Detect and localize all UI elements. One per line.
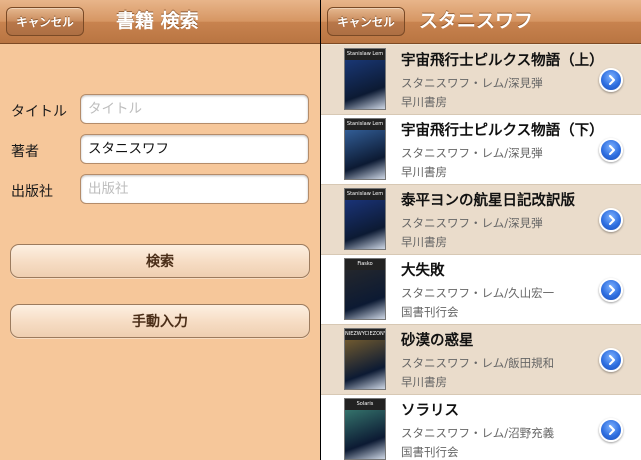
book-publisher: 早川書房 — [401, 375, 447, 389]
publisher-field-row: 出版社 出版社 — [0, 174, 320, 206]
book-author: スタニスワフ・レム/深見弾 — [401, 216, 543, 230]
book-author: スタニスワフ・レム/久山宏一 — [401, 286, 555, 300]
publisher-input-placeholder: 出版社 — [88, 181, 129, 197]
publisher-field-label: 出版社 — [11, 184, 53, 200]
book-cover-image: Stanislaw Lem — [344, 118, 386, 180]
book-cover-image: Fiasko — [344, 258, 386, 320]
cover-label: Solaris — [345, 399, 385, 410]
list-item[interactable]: Stanislaw Lem 泰平ヨンの航星日記改訳版 スタニスワフ・レム/深見弾 早川… — [321, 185, 641, 255]
page-title: 書籍 検索 — [116, 10, 199, 32]
book-publisher: 早川書房 — [401, 165, 447, 179]
cover-label: NIEZWYCIEZONY — [345, 329, 385, 340]
list-item[interactable]: Fiasko 大失敗スタニスワフ・レム/久山宏一 国書刊行会 — [321, 255, 641, 325]
results-title: スタニスワフ — [419, 10, 534, 32]
author-input[interactable]: スタニスワフ — [80, 134, 309, 164]
search-navbar: キャンセル 書籍 検索 — [0, 0, 320, 44]
title-field-label: タイトル — [11, 104, 67, 120]
book-cover-image: NIEZWYCIEZONY — [344, 328, 386, 390]
title-input[interactable]: タイトル — [80, 94, 309, 124]
book-publisher: 国書刊行会 — [401, 445, 459, 459]
book-title: 宇宙飛行士ピルクス物語（下） — [401, 123, 604, 139]
cover-label: Stanislaw Lem — [345, 119, 385, 130]
book-title: ソラリス — [401, 403, 459, 419]
book-title: 砂漠の惑星 — [401, 333, 474, 349]
search-form-pane: キャンセル 書籍 検索 タイトル タイトル 著者 スタニスワフ 出版社 出版社 … — [0, 0, 320, 460]
cover-label: Stanislaw Lem — [345, 189, 385, 200]
cover-label: Fiasko — [345, 259, 385, 270]
search-button[interactable]: 検索 — [10, 244, 310, 278]
book-title: 宇宙飛行士ピルクス物語（上） — [401, 53, 604, 69]
manual-entry-button[interactable]: 手動入力 — [10, 304, 310, 338]
list-item[interactable]: Stanislaw Lem 宇宙飛行士ピルクス物語（上） スタニスワフ・レム/深見弾… — [321, 45, 641, 115]
disclosure-arrow-icon[interactable] — [599, 348, 623, 372]
author-field-label: 著者 — [11, 144, 39, 160]
book-title: 大失敗 — [401, 263, 445, 279]
author-field-row: 著者 スタニスワフ — [0, 134, 320, 166]
book-publisher: 早川書房 — [401, 95, 447, 109]
book-publisher: 早川書房 — [401, 235, 447, 249]
book-cover-image: Stanislaw Lem — [344, 48, 386, 110]
book-cover-image: Stanislaw Lem — [344, 188, 386, 250]
book-list: Stanislaw Lem 宇宙飛行士ピルクス物語（上） スタニスワフ・レム/深見弾… — [321, 45, 641, 460]
disclosure-arrow-icon[interactable] — [599, 68, 623, 92]
list-item[interactable]: Stanislaw Lem 宇宙飛行士ピルクス物語（下） スタニスワフ・レム/深見弾… — [321, 115, 641, 185]
publisher-input[interactable]: 出版社 — [80, 174, 309, 204]
title-input-placeholder: タイトル — [88, 101, 142, 117]
book-publisher: 国書刊行会 — [401, 305, 459, 319]
author-input-value: スタニスワフ — [88, 141, 169, 157]
disclosure-arrow-icon[interactable] — [599, 138, 623, 162]
cancel-button[interactable]: キャンセル — [6, 7, 84, 36]
book-author: スタニスワフ・レム/沼野充義 — [401, 426, 555, 440]
list-item[interactable]: Solaris ソラリススタニスワフ・レム/沼野充義 国書刊行会 — [321, 395, 641, 460]
book-title: 泰平ヨンの航星日記改訳版 — [401, 193, 575, 209]
results-pane: キャンセル スタニスワフ Stanislaw Lem 宇宙飛行士ピルクス物語（上）… — [321, 0, 641, 460]
book-cover-image: Solaris — [344, 398, 386, 460]
book-author: スタニスワフ・レム/深見弾 — [401, 146, 543, 160]
disclosure-arrow-icon[interactable] — [599, 418, 623, 442]
book-author: スタニスワフ・レム/深見弾 — [401, 76, 543, 90]
disclosure-arrow-icon[interactable] — [599, 278, 623, 302]
list-item[interactable]: NIEZWYCIEZONY 砂漠の惑星スタニスワフ・レム/飯田規和 早川書房 — [321, 325, 641, 395]
disclosure-arrow-icon[interactable] — [599, 208, 623, 232]
results-navbar: キャンセル スタニスワフ — [321, 0, 641, 44]
book-author: スタニスワフ・レム/飯田規和 — [401, 356, 555, 370]
title-field-row: タイトル タイトル — [0, 94, 320, 126]
cover-label: Stanislaw Lem — [345, 49, 385, 60]
cancel-button[interactable]: キャンセル — [327, 7, 405, 36]
